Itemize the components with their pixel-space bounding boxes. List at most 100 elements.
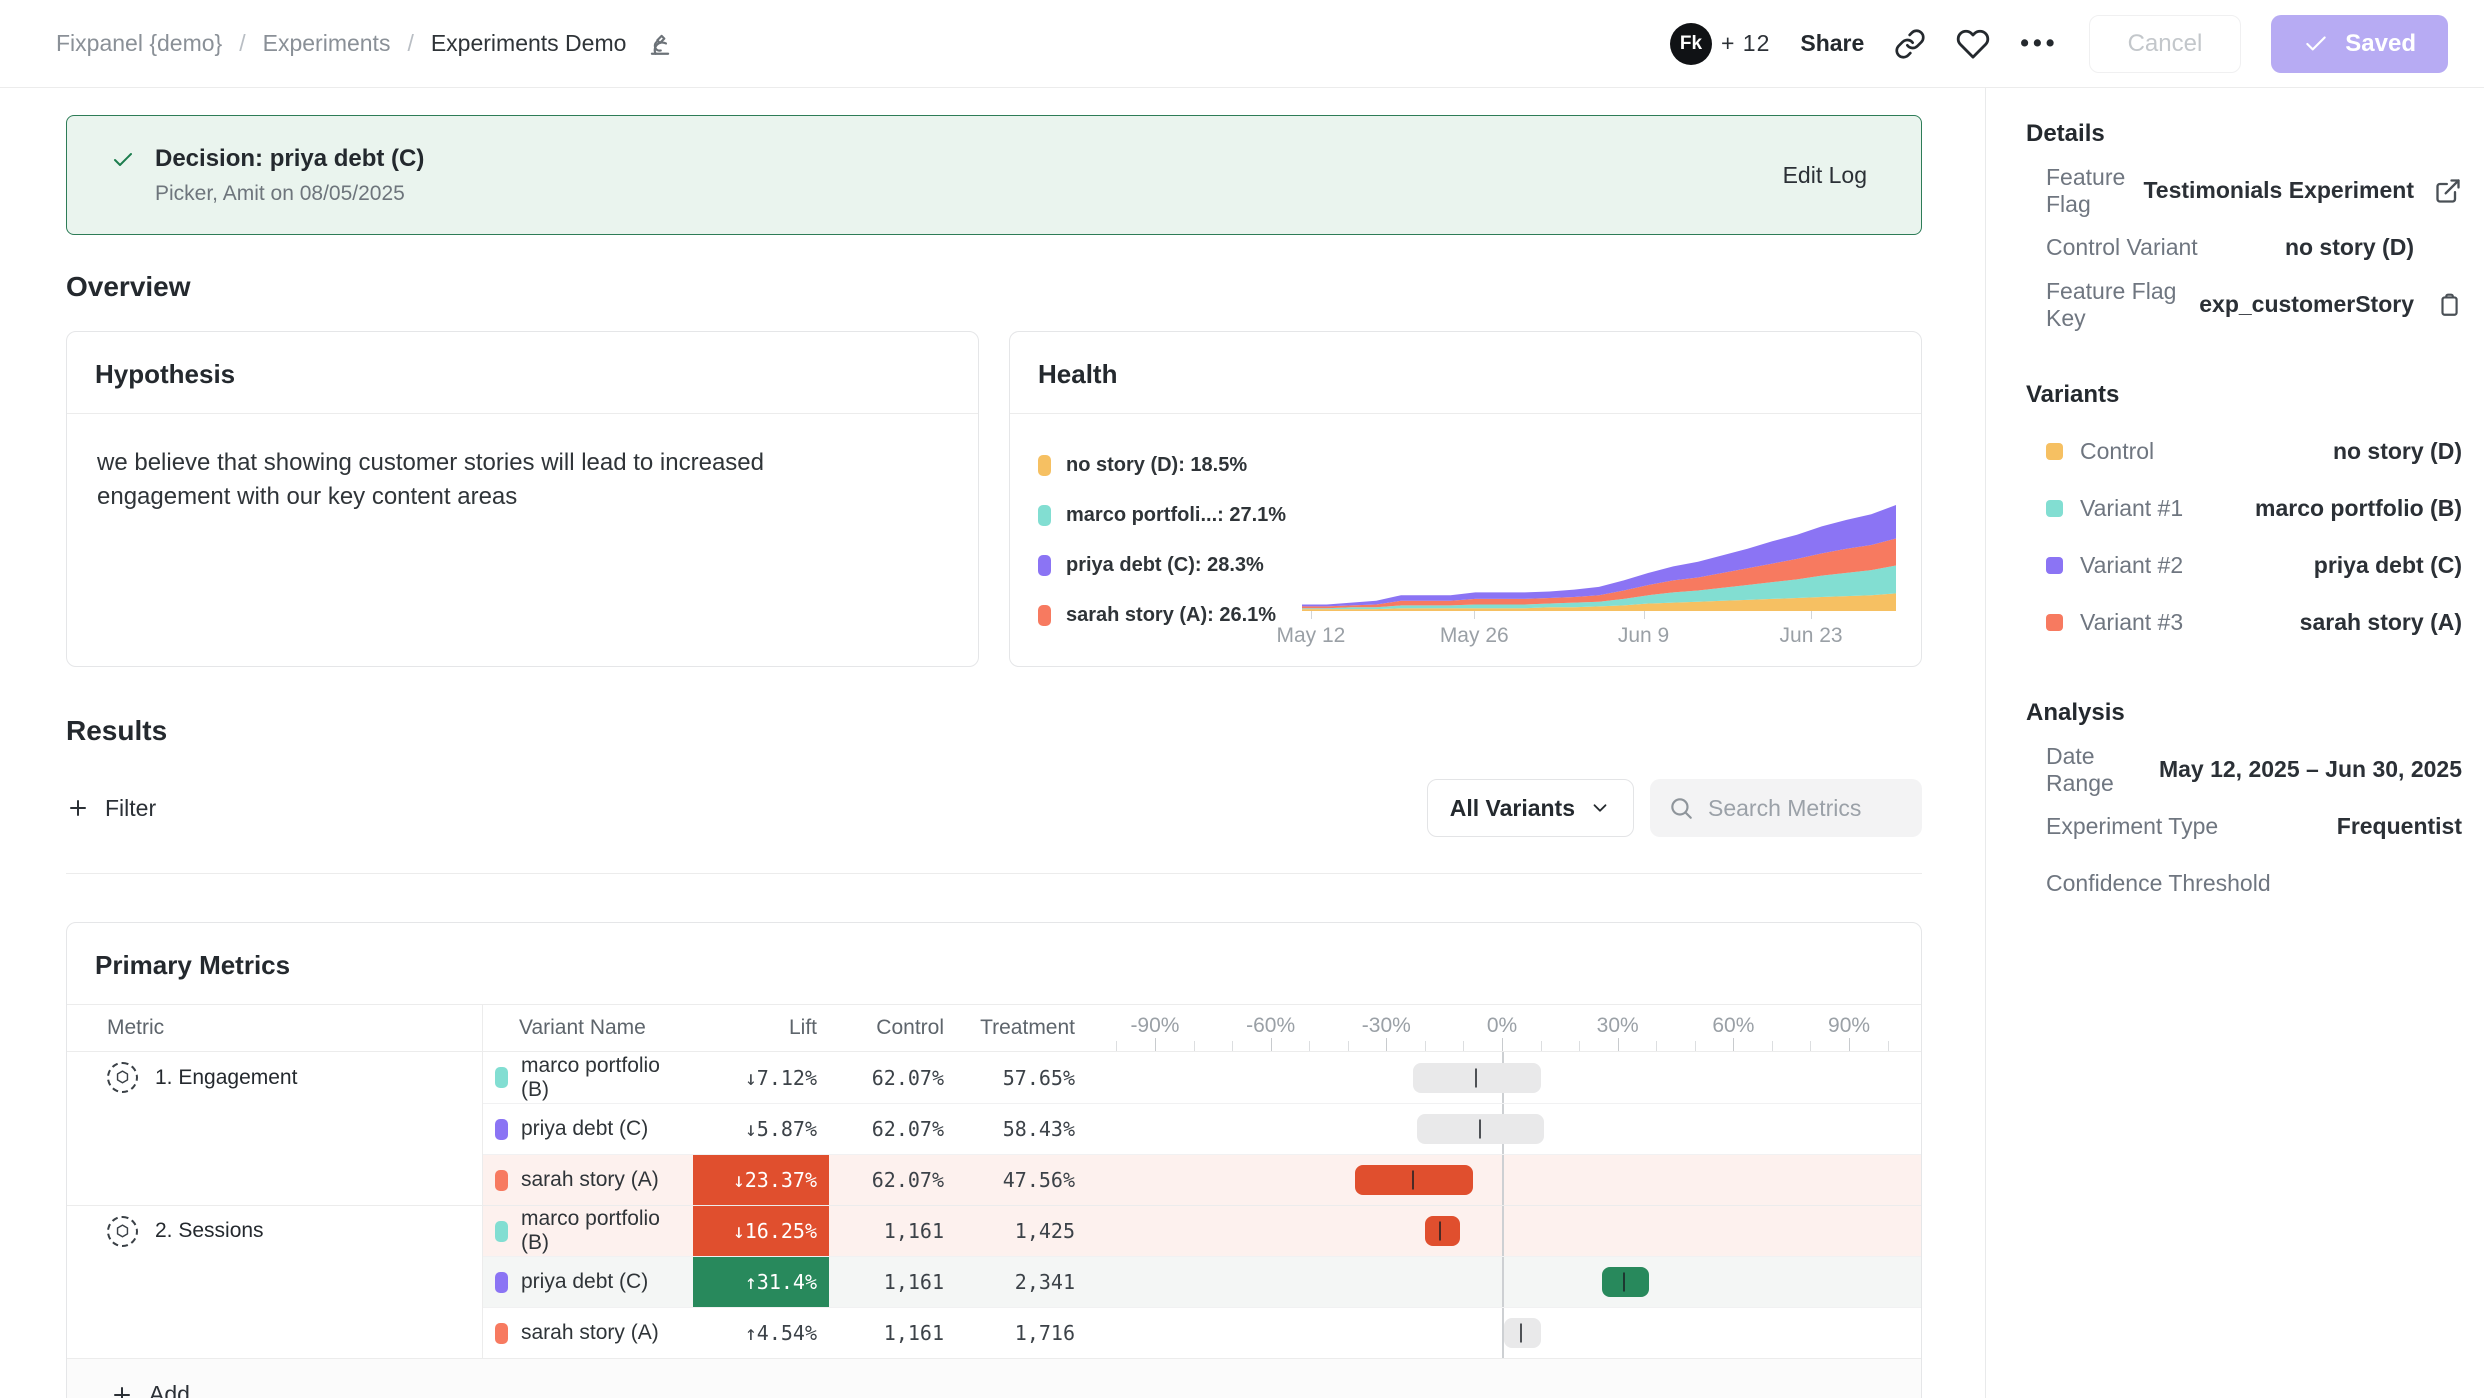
check-icon — [111, 148, 135, 206]
primary-metrics-title: Primary Metrics — [67, 923, 1921, 1005]
cancel-button[interactable]: Cancel — [2089, 15, 2242, 73]
treatment-value: 1,425 — [956, 1206, 1085, 1256]
variant-name: sarah story (A) — [521, 1321, 659, 1345]
legend-label: marco portfoli...: 27.1% — [1066, 504, 1286, 527]
analysis-section-title: Analysis — [2026, 699, 2462, 727]
health-title: Health — [1010, 332, 1921, 414]
link-icon — [1894, 28, 1926, 60]
primary-metrics-card: Primary Metrics Metric Variant Name Lift… — [66, 922, 1922, 1398]
metric-name: 2. Sessions — [155, 1219, 264, 1243]
health-stacked-area-chart: May 12May 26Jun 9Jun 23 — [1302, 414, 1896, 670]
confidence-interval-bar — [1355, 1165, 1473, 1195]
overview-heading: Overview — [66, 271, 1922, 303]
table-row[interactable]: priya debt (C) ↓5.87% 62.07% 58.43% — [67, 1103, 1921, 1154]
lift-axis: -90%-60%-30%0%30%60%90% — [1085, 1005, 1921, 1051]
table-row[interactable]: sarah story (A) ↑4.54% 1,161 1,716 — [67, 1307, 1921, 1358]
analysis-label: Date Range — [2046, 743, 2159, 797]
axis-tick-label: 60% — [1712, 1014, 1754, 1038]
copy-icon[interactable] — [2436, 292, 2462, 318]
heart-icon — [1956, 27, 1990, 61]
control-value: 1,161 — [829, 1206, 956, 1256]
zero-gridline — [1502, 1206, 1504, 1256]
favorite-button[interactable] — [1956, 27, 1990, 61]
collaborators[interactable]: Fk + 12 — [1670, 23, 1770, 65]
control-value: 1,161 — [829, 1308, 956, 1358]
filter-label: Filter — [105, 795, 156, 822]
breadcrumb-project[interactable]: Fixpanel {demo} — [56, 30, 222, 57]
detail-row-control-variant: Control Variant no story (D) — [2026, 219, 2462, 276]
legend-item: priya debt (C): 28.3% — [1038, 554, 1286, 577]
analysis-label: Confidence Threshold — [2046, 870, 2462, 897]
share-button[interactable]: Share — [1800, 30, 1864, 57]
table-row[interactable]: priya debt (C) ↑31.4% 1,161 2,341 — [67, 1256, 1921, 1307]
edit-log-button[interactable]: Edit Log — [1783, 162, 1867, 189]
add-filter-button[interactable]: Filter — [66, 795, 156, 822]
copy-link-button[interactable] — [1894, 28, 1926, 60]
more-options-button[interactable]: ••• — [2020, 29, 2058, 58]
variant-label: Variant #2 — [2080, 552, 2314, 579]
variant-label: Variant #3 — [2080, 609, 2300, 636]
main-content: Decision: priya debt (C) Picker, Amit on… — [0, 88, 1985, 1398]
variant-value: marco portfolio (B) — [2255, 495, 2462, 522]
detail-value: no story (D) — [2285, 234, 2414, 261]
lift-value: ↓16.25% — [693, 1206, 829, 1256]
confidence-interval-bar — [1602, 1267, 1648, 1297]
add-metric-button[interactable]: Add — [110, 1381, 190, 1398]
external-link-icon[interactable] — [2434, 177, 2462, 205]
legend-swatch — [1038, 605, 1051, 626]
saved-button[interactable]: Saved — [2271, 15, 2448, 73]
analysis-value: May 12, 2025 – Jun 30, 2025 — [2159, 756, 2462, 783]
variant-label: Control — [2080, 438, 2333, 465]
x-axis-label: Jun 23 — [1780, 624, 1843, 648]
analysis-row-date-range: Date Range May 12, 2025 – Jun 30, 2025 — [2026, 741, 2462, 798]
axis-tick-label: 0% — [1487, 1014, 1517, 1038]
axis-tick-label: 90% — [1828, 1014, 1870, 1038]
table-row[interactable]: 2. Sessions marco portfolio (B) ↓16.25% … — [67, 1205, 1921, 1256]
search-metrics-input[interactable] — [1708, 795, 1898, 822]
axis-tick-label: -90% — [1130, 1014, 1179, 1038]
metric-search[interactable] — [1650, 779, 1922, 837]
control-value: 62.07% — [829, 1104, 956, 1154]
hypothesis-card: Hypothesis we believe that showing custo… — [66, 331, 979, 667]
column-header-lift: Lift — [693, 1005, 829, 1051]
primary-metrics-table: Metric Variant Name Lift Control Treatme… — [67, 1005, 1921, 1398]
variant-swatch — [2046, 614, 2063, 631]
breadcrumb-experiments[interactable]: Experiments — [263, 30, 391, 57]
variant-swatch — [2046, 557, 2063, 574]
analysis-label: Experiment Type — [2046, 813, 2337, 840]
detail-label: Control Variant — [2046, 234, 2285, 261]
variant-name: marco portfolio (B) — [521, 1207, 693, 1255]
table-footer: Add — [67, 1358, 1921, 1398]
variant-filter-value: All Variants — [1450, 795, 1575, 822]
check-icon — [2303, 31, 2329, 57]
x-axis-label: May 12 — [1276, 624, 1345, 648]
control-value: 1,161 — [829, 1257, 956, 1307]
lift-value: ↑31.4% — [693, 1257, 829, 1307]
variant-swatch — [2046, 443, 2063, 460]
variant-filter-dropdown[interactable]: All Variants — [1427, 779, 1634, 837]
axis-tick-label: 30% — [1597, 1014, 1639, 1038]
detail-label: Feature Flag — [2046, 164, 2143, 218]
legend-item: sarah story (A): 26.1% — [1038, 604, 1286, 627]
lift-value: ↑4.54% — [693, 1308, 829, 1358]
control-value: 62.07% — [829, 1155, 956, 1205]
lift-value: ↓7.12% — [693, 1052, 829, 1103]
details-section-title: Details — [2026, 120, 2462, 148]
plus-icon — [110, 1383, 134, 1398]
confidence-interval-bar — [1425, 1216, 1460, 1246]
treatment-value: 57.65% — [956, 1052, 1085, 1103]
analysis-row-experiment-type: Experiment Type Frequentist — [2026, 798, 2462, 855]
axis-tick-label: -60% — [1246, 1014, 1295, 1038]
detail-row-feature-flag-key: Feature Flag Key exp_customerStory — [2026, 276, 2462, 333]
variant-swatch — [495, 1221, 508, 1242]
legend-label: priya debt (C): 28.3% — [1066, 554, 1264, 577]
variant-value: no story (D) — [2333, 438, 2462, 465]
decision-subtitle: Picker, Amit on 08/05/2025 — [155, 182, 424, 206]
variant-row-control: Control no story (D) — [2026, 423, 2462, 480]
hypothesis-title: Hypothesis — [67, 332, 978, 414]
table-row[interactable]: 1. Engagement marco portfolio (B) ↓7.12%… — [67, 1052, 1921, 1103]
treatment-value: 1,716 — [956, 1308, 1085, 1358]
avatar[interactable]: Fk — [1670, 23, 1712, 65]
table-row[interactable]: sarah story (A) ↓23.37% 62.07% 47.56% — [67, 1154, 1921, 1205]
variant-row-1: Variant #1 marco portfolio (B) — [2026, 480, 2462, 537]
